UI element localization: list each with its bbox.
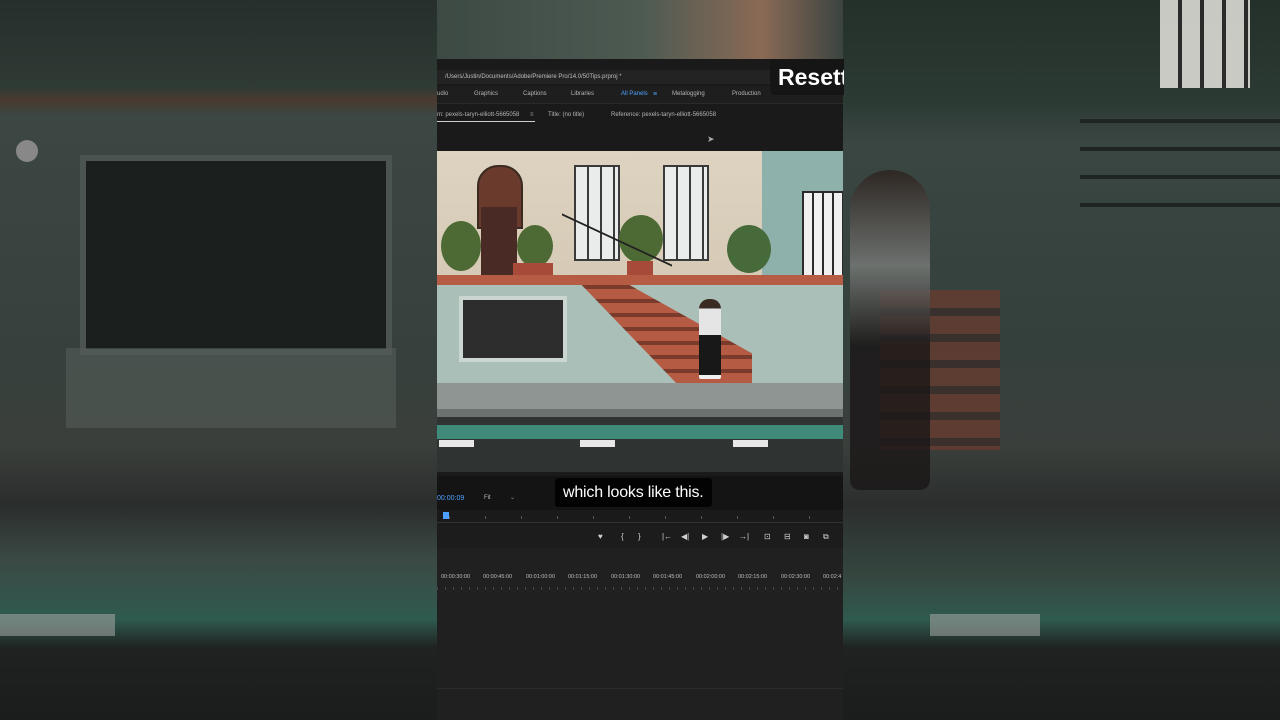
scrub-ticks [449, 516, 843, 519]
workspace-tab-libraries[interactable]: Libraries [571, 86, 594, 103]
hamburger-icon[interactable]: ≡ [653, 86, 657, 103]
go-to-out-icon[interactable]: →| [739, 526, 749, 548]
background-knob [16, 140, 38, 162]
video-window [802, 191, 843, 277]
ruler-label: 00:01:00:00 [526, 574, 556, 580]
video-pot [513, 263, 553, 275]
background-road-stripe [0, 614, 115, 636]
video-vent-window [459, 296, 567, 362]
active-tab-underline [437, 121, 535, 122]
play-icon[interactable]: ▶ [702, 526, 708, 548]
video-road-dash [733, 440, 768, 447]
insert-icon[interactable]: ⊡ [764, 526, 771, 548]
playhead-icon[interactable] [443, 512, 449, 519]
video-door [481, 207, 517, 275]
step-forward-icon[interactable]: |▶ [721, 526, 729, 548]
marker-icon[interactable]: ♥ [598, 526, 603, 548]
chevron-down-icon[interactable]: ⌄ [510, 494, 515, 501]
ruler-ticks [437, 587, 843, 590]
video-person-walking [699, 299, 721, 379]
blurred-top-strip [437, 0, 843, 59]
background-road-stripe [930, 614, 1040, 636]
video-bike-lane [437, 425, 843, 439]
workspace-tab-audio[interactable]: udio [437, 86, 448, 103]
timeline-ruler[interactable]: 00:00:30:00 00:00:45:00 00:01:00:00 00:0… [437, 574, 843, 586]
transport-controls: ♥ { } |← ◀| ▶ |▶ →| ⊡ ⊟ ◙ ⧉ [437, 526, 843, 548]
go-to-in-icon[interactable]: |← [662, 526, 672, 548]
ruler-label: 00:02:30:00 [781, 574, 811, 580]
overwrite-icon[interactable]: ⊟ [784, 526, 791, 548]
ruler-label: 00:02:15:00 [738, 574, 768, 580]
mark-out-icon[interactable]: } [638, 526, 641, 548]
workspace-tab-captions[interactable]: Captions [523, 86, 547, 103]
ruler-label: 00:02:4 [823, 574, 842, 580]
timeline-divider [437, 688, 843, 689]
workspace-tab-all-panels[interactable]: All Panels [621, 86, 648, 103]
workspace-tab-graphics[interactable]: Graphics [474, 86, 498, 103]
ruler-label: 00:01:45:00 [653, 574, 683, 580]
video-road-dash [439, 440, 474, 447]
video-plant [727, 225, 771, 273]
zoom-select[interactable]: Fit [484, 495, 491, 501]
workspace-tab-metalogging[interactable]: Metalogging [672, 86, 705, 103]
background-window [80, 155, 392, 355]
video-plant [517, 225, 553, 267]
video-curb [437, 409, 843, 417]
video-road-dash [580, 440, 615, 447]
background-railing [1080, 95, 1280, 215]
premiere-screen: /Users/Justin/Documents/Adobe/Premiere P… [437, 0, 843, 720]
camera-icon[interactable]: ◙ [804, 526, 809, 548]
monitor-header: m: pexels-taryn-elliott-5665058 ≡ Title:… [437, 108, 843, 123]
overlay-title: Resett [770, 59, 844, 95]
title-label: Title: (no title) [548, 112, 585, 118]
button-editor-icon[interactable]: ⧉ [823, 526, 829, 548]
ruler-label: 00:00:30:00 [441, 574, 471, 580]
ruler-label: 00:01:15:00 [568, 574, 598, 580]
mouse-cursor-icon: ➤ [707, 134, 715, 144]
playhead-timecode[interactable]: 00:00:09 [437, 495, 464, 502]
background-sill [66, 348, 396, 428]
source-monitor-video[interactable] [437, 151, 843, 472]
mark-in-icon[interactable]: { [621, 526, 624, 548]
background-person [850, 170, 930, 490]
ruler-label: 00:00:45:00 [483, 574, 513, 580]
ruler-label: 00:01:30:00 [611, 574, 641, 580]
reference-label: Reference: pexels-taryn-elliott-5665058 [611, 112, 717, 118]
workspace-tab-production[interactable]: Production [732, 86, 761, 103]
video-plant [441, 221, 481, 271]
ruler-label: 00:02:00:00 [696, 574, 726, 580]
subtitle-caption: which looks like this. [555, 478, 712, 507]
video-window [663, 165, 709, 261]
video-sidewalk [437, 383, 843, 409]
background-window-right [1160, 0, 1250, 88]
step-back-icon[interactable]: ◀| [681, 526, 689, 548]
